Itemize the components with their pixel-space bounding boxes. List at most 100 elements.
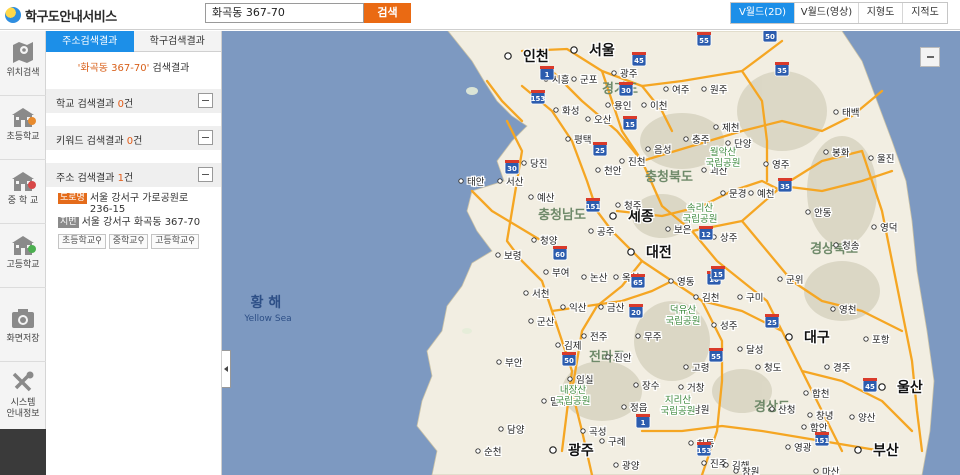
town-label: 천안 xyxy=(604,166,622,177)
sea-label-en: Yellow Sea xyxy=(243,314,291,324)
town-label: 영동 xyxy=(677,277,695,288)
highway-shield-cap xyxy=(775,62,789,65)
service-logo[interactable]: 학구도안내서비스 xyxy=(5,5,117,25)
rail-label: 초등학교 xyxy=(6,132,40,142)
high-school-button[interactable]: 고등학교⚲ xyxy=(151,234,199,249)
rail-item-elementary[interactable]: 초등학교 xyxy=(0,103,46,143)
city-label: 인천 xyxy=(523,48,549,65)
town-label: 예천 xyxy=(757,189,774,200)
town-marker xyxy=(849,414,855,420)
town-label: 장수 xyxy=(642,381,660,392)
town-marker xyxy=(495,252,501,258)
keyword-result-section: 키워드 검색결과 0건 xyxy=(46,126,221,150)
town-marker xyxy=(688,440,694,446)
town-label: 용인 xyxy=(614,101,631,112)
town-marker xyxy=(733,468,739,474)
collapse-button[interactable] xyxy=(198,93,213,108)
town-marker xyxy=(665,226,671,232)
tab-cadastral[interactable]: 지적도 xyxy=(903,3,947,23)
city-label: 대전 xyxy=(646,244,672,261)
town-label: 공주 xyxy=(597,227,615,238)
town-label: 태백 xyxy=(842,108,859,119)
panel-collapse-handle[interactable] xyxy=(222,350,231,388)
national-park-label: 월악산 xyxy=(710,146,736,158)
town-marker xyxy=(605,354,611,360)
rail-label: 시스템 안내정보 xyxy=(6,398,40,419)
city-marker xyxy=(504,52,512,60)
school-building-icon xyxy=(12,236,36,255)
highway-number: 55 xyxy=(699,37,709,45)
rail-item-high[interactable]: 고등학교 xyxy=(0,231,46,271)
collapse-button[interactable] xyxy=(198,130,213,145)
town-marker xyxy=(723,462,729,468)
town-marker xyxy=(565,136,571,142)
town-marker xyxy=(663,86,669,92)
town-marker xyxy=(833,242,839,248)
collapse-button[interactable] xyxy=(198,167,213,182)
town-label: 창녕 xyxy=(816,411,833,422)
zoom-out-button[interactable] xyxy=(920,47,940,67)
jibun-address-row: 지번 서울 강서구 화곡동 367-70 xyxy=(58,217,221,228)
town-marker xyxy=(633,382,639,388)
rail-item-location-search[interactable]: 위치검색 xyxy=(0,39,46,79)
city-label: 광주 xyxy=(568,442,594,459)
town-marker xyxy=(523,290,529,296)
highway-number: 35 xyxy=(777,67,787,75)
tab-school-district-results[interactable]: 학구검색결과 xyxy=(133,31,221,52)
town-marker xyxy=(833,109,839,115)
highway-shield-cap xyxy=(623,116,637,119)
middle-school-button[interactable]: 중학교⚲ xyxy=(108,234,149,249)
address-result-item[interactable]: 도로명 서울 강서구 가로공원로 236-15 지번 서울 강서구 화곡동 36… xyxy=(46,187,221,249)
town-label: 서천 xyxy=(532,289,549,300)
town-label: 울진 xyxy=(877,154,894,165)
tab-vworld-2d[interactable]: V월드(2D) xyxy=(731,3,795,23)
town-label: 부안 xyxy=(505,358,523,369)
rail-item-system-info[interactable]: 시스템 안내정보 xyxy=(0,369,46,420)
town-marker xyxy=(645,146,651,152)
town-label: 영덕 xyxy=(880,223,897,234)
korea-map: 황 해Yellow Sea경기도충청북도충청남도전라도경상북도경상도인천서울세종… xyxy=(222,31,960,475)
city-marker xyxy=(549,446,557,454)
town-label: 김제 xyxy=(564,340,581,352)
town-marker xyxy=(763,161,769,167)
town-marker xyxy=(553,107,559,113)
road-address-tag: 도로명 xyxy=(58,193,87,204)
elementary-school-button[interactable]: 초등학교⚲ xyxy=(58,234,106,249)
town-marker xyxy=(613,274,619,280)
town-label: 보은 xyxy=(674,225,692,236)
search-results-panel: 주소검색결과 학구검색결과 '화곡동 367-70' 검색결과 학교 검색결과 … xyxy=(46,31,222,475)
rail-item-screen-save[interactable]: 화면저장 xyxy=(0,305,46,345)
town-marker xyxy=(769,406,775,412)
address-search-input[interactable]: 화곡동 367-70 xyxy=(205,3,364,23)
national-park-label: 국립공원 xyxy=(683,213,718,225)
town-label: 영광 xyxy=(794,442,812,454)
town-label: 정읍 xyxy=(630,403,648,414)
town-marker xyxy=(598,304,604,310)
tab-vworld-satellite[interactable]: V월드(영상) xyxy=(795,3,859,23)
section-title: 키워드 검색결과 0건 xyxy=(56,136,143,147)
divider xyxy=(0,287,46,288)
map-view[interactable]: 황 해Yellow Sea경기도충청북도충청남도전라도경상북도경상도인천서울세종… xyxy=(222,31,960,475)
town-marker xyxy=(595,167,601,173)
town-label: 창원 xyxy=(742,467,759,475)
national-park-label: 덕유산 xyxy=(670,305,696,316)
town-marker xyxy=(555,342,561,348)
town-marker xyxy=(830,306,836,312)
search-button[interactable]: 검색 xyxy=(364,3,411,23)
town-marker xyxy=(458,178,464,184)
town-marker xyxy=(807,412,813,418)
city-marker xyxy=(878,383,886,391)
town-label: 성주 xyxy=(720,321,738,332)
town-label: 달성 xyxy=(746,344,763,356)
rail-item-middle[interactable]: 중 학 교 xyxy=(0,167,46,207)
city-marker xyxy=(570,46,578,54)
town-label: 포항 xyxy=(872,335,890,346)
tab-address-results[interactable]: 주소검색결과 xyxy=(46,31,134,52)
tab-topographic[interactable]: 지형도 xyxy=(859,3,903,23)
town-marker xyxy=(543,269,549,275)
map-pin-icon xyxy=(13,42,33,63)
town-marker xyxy=(755,364,761,370)
town-label: 양산 xyxy=(858,413,876,424)
town-label: 원주 xyxy=(710,85,728,96)
city-label: 서울 xyxy=(589,42,615,59)
